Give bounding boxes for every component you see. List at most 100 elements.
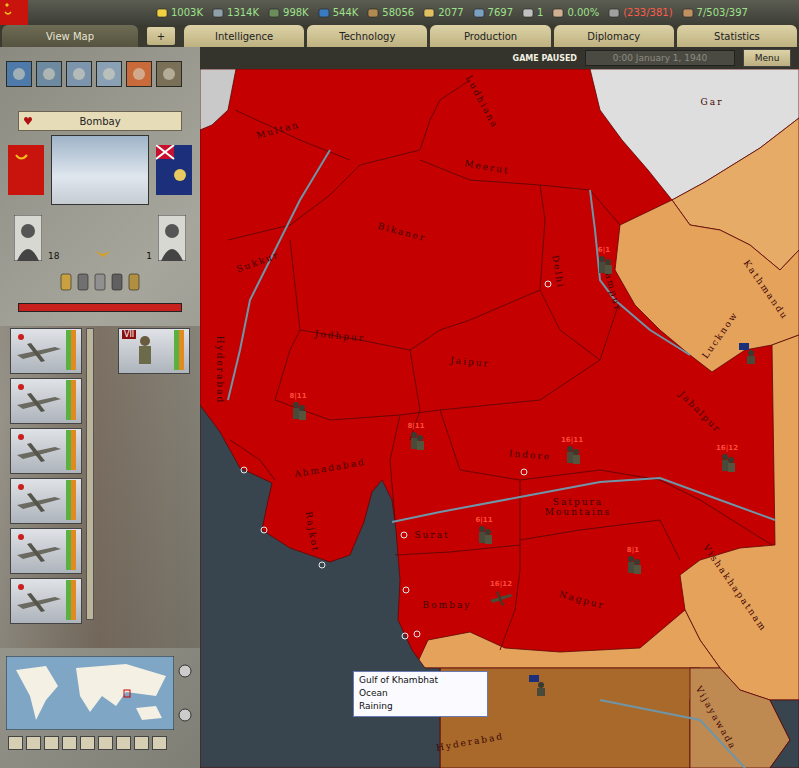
zoom-button-icon[interactable]	[178, 664, 192, 678]
unit-strength-fill	[66, 380, 76, 420]
tab[interactable]: Statistics	[677, 25, 797, 47]
unit-strength-track	[66, 530, 76, 570]
strength-track	[18, 303, 182, 312]
river	[590, 190, 690, 355]
unit-counter[interactable]: 8|11	[406, 422, 426, 450]
menu-button[interactable]: Menu	[743, 49, 791, 67]
resource-value: 2077	[438, 7, 463, 18]
filter-icon[interactable]	[96, 61, 122, 87]
bomber-icon	[11, 479, 65, 521]
resource-icon	[367, 7, 379, 19]
province-border	[560, 330, 600, 360]
province-label: Surat	[414, 530, 449, 540]
mapmode-icon[interactable]	[26, 736, 41, 750]
unit-counter[interactable]: 16|12	[488, 580, 514, 608]
mapmode-icon[interactable]	[80, 736, 95, 750]
unit-counter[interactable]	[738, 342, 760, 364]
tab-label: Intelligence	[215, 31, 273, 42]
resource-icon	[522, 7, 534, 19]
mapmode-icon[interactable]	[8, 736, 23, 750]
port-icon	[402, 633, 408, 639]
unit-card[interactable]	[10, 378, 82, 424]
province-border	[440, 410, 772, 545]
unit-strength-track	[174, 330, 184, 370]
unit-strength-track	[66, 330, 76, 370]
unit-counter[interactable]: 6|11	[474, 516, 494, 544]
soviet-flag-icon	[8, 145, 44, 195]
mapmode-icon[interactable]	[62, 736, 77, 750]
counter-label: 6|1	[598, 246, 610, 254]
infantry-icon	[717, 452, 737, 472]
unit-strength-fill	[66, 330, 76, 370]
bomber-icon	[11, 579, 65, 621]
infantry-icon	[474, 524, 494, 544]
province-label: Gar	[701, 97, 724, 107]
modifier-icon	[93, 273, 107, 291]
map-view[interactable]: MultanLudhianaMeerutSukkurBikanerDelhiRa…	[200, 69, 799, 768]
mapmode-icon[interactable]	[44, 736, 59, 750]
mapmode-row	[0, 730, 200, 750]
territory[interactable]	[690, 668, 790, 768]
province-border	[390, 415, 400, 520]
tab-bar: View Map + Intelligence TechnologyProductio…	[0, 25, 799, 47]
unit-card[interactable]	[10, 478, 82, 524]
unit-card[interactable]	[10, 528, 82, 574]
port-icon	[414, 631, 420, 637]
unit-counter[interactable]: 8|1	[623, 546, 643, 574]
territory[interactable]	[415, 610, 720, 668]
infantry-icon	[594, 254, 614, 274]
resource-item: 1	[522, 7, 543, 19]
soviet-flag-icon	[0, 0, 28, 25]
tab[interactable]: Production	[430, 25, 550, 47]
filter-icon[interactable]	[6, 61, 32, 87]
unit-counter[interactable]: 6|1	[594, 246, 614, 274]
tab[interactable]: Technology	[307, 25, 427, 47]
mapmode-icon[interactable]	[134, 736, 149, 750]
resource-item: 1003K	[156, 7, 203, 19]
tab[interactable]: Diplomacy	[554, 25, 674, 47]
map-toggle-button[interactable]: +	[147, 27, 175, 45]
province-border	[395, 545, 520, 555]
unit-counter[interactable]: 16|12	[716, 444, 738, 472]
minimap-row	[0, 648, 200, 730]
eagle-icon	[95, 247, 111, 261]
leader-rank: 18	[48, 251, 59, 261]
unit-card[interactable]	[10, 578, 82, 624]
unit-counter[interactable]: 8|11	[288, 392, 308, 420]
tab[interactable]: Intelligence	[184, 25, 304, 47]
resource-icon	[156, 7, 168, 19]
zoom-button-icon[interactable]	[178, 708, 192, 722]
filter-icon[interactable]	[36, 61, 62, 87]
resource-value: 58056	[382, 7, 414, 18]
filter-icon[interactable]	[66, 61, 92, 87]
territory[interactable]	[770, 700, 799, 768]
mapmode-icon[interactable]	[98, 736, 113, 750]
unit-card[interactable]: VII	[118, 328, 190, 374]
counter-label: 6|11	[475, 516, 492, 524]
territory[interactable]	[200, 69, 236, 130]
province-border	[275, 300, 620, 420]
filter-icon[interactable]	[156, 61, 182, 87]
unit-designation: VII	[122, 330, 136, 339]
unit-counter[interactable]	[528, 674, 550, 696]
resource-icon	[552, 7, 564, 19]
resource-item: 1314K	[212, 7, 259, 19]
modifier-row	[0, 261, 200, 291]
leader-portrait	[14, 215, 42, 261]
unit-scrollbar[interactable]	[86, 328, 94, 620]
mapmode-icon[interactable]	[116, 736, 131, 750]
resource-value: 998K	[283, 7, 309, 18]
territory[interactable]	[200, 69, 799, 768]
unit-card[interactable]	[10, 328, 82, 374]
unit-counter[interactable]: 16|11	[561, 436, 583, 464]
unit-card[interactable]	[10, 428, 82, 474]
territory[interactable]	[615, 200, 799, 372]
resource-item: 7/503/397	[682, 7, 748, 19]
filter-icon[interactable]	[126, 61, 152, 87]
unit-strength-fill	[66, 580, 76, 620]
minimap[interactable]	[6, 656, 174, 730]
mapmode-icon[interactable]	[152, 736, 167, 750]
british-unit-icon	[738, 342, 760, 364]
counter-label: 16|12	[490, 580, 512, 588]
tab[interactable]: View Map	[2, 25, 138, 47]
